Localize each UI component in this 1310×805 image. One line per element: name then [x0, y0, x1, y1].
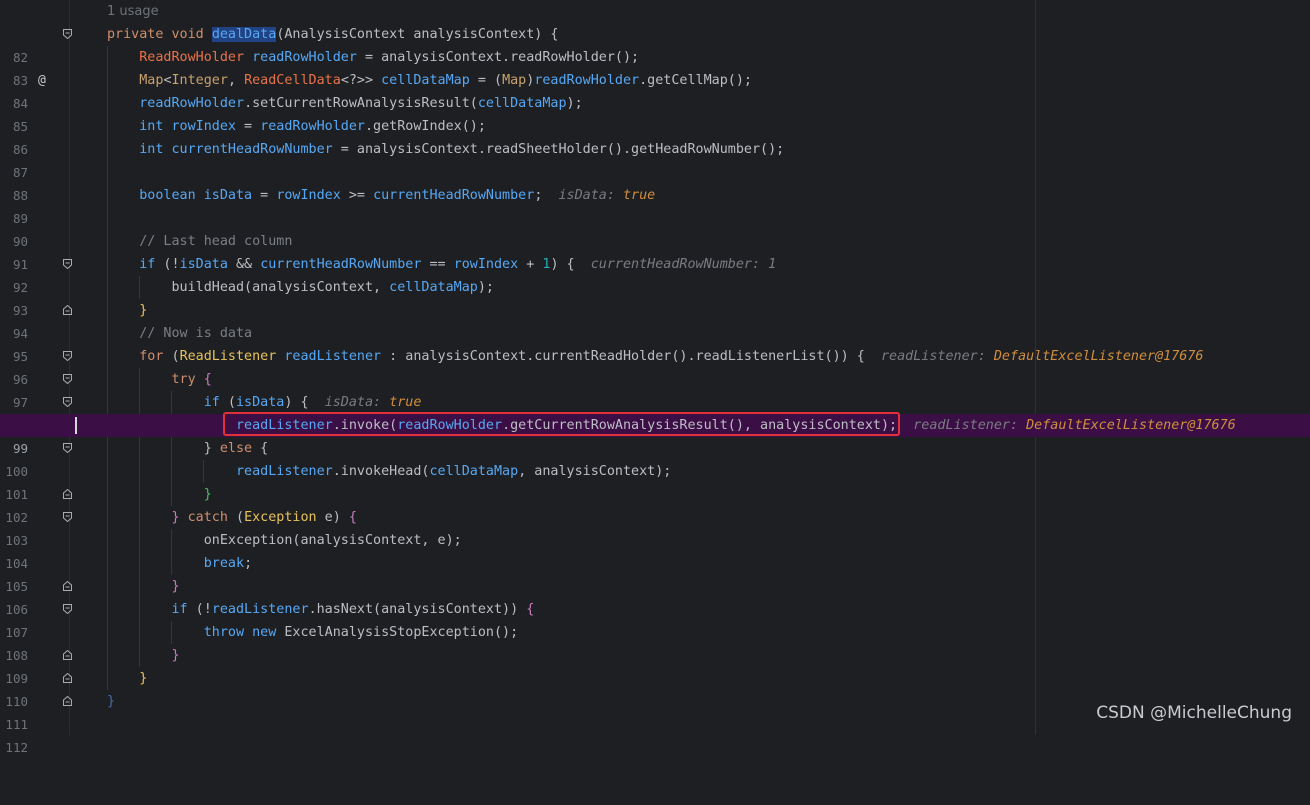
debug-inline-hint-value: DefaultExcelListener@17676 [1026, 418, 1236, 433]
code-comment[interactable]: // Now is data [107, 322, 252, 345]
code-line-89[interactable]: 89 boolean isData = rowIndex >= currentH… [0, 184, 1310, 226]
fold-marker-icon[interactable] [63, 259, 72, 269]
text-caret [75, 417, 77, 434]
code-line-93[interactable]: 93 buildHead(analysisContext, cellDataMa… [0, 276, 1310, 318]
fold-end-marker-icon[interactable] [63, 650, 72, 660]
code-line-95[interactable]: 95 // Now is data [0, 322, 1310, 364]
code-text[interactable]: } [107, 299, 147, 322]
code-text[interactable]: if (isData) { isData: true [107, 391, 422, 414]
code-line-109[interactable]: 109 } [0, 644, 1310, 686]
indent-guide [107, 207, 108, 230]
code-text[interactable]: } else { [107, 437, 269, 460]
fold-marker-icon[interactable] [63, 374, 72, 384]
code-line-86[interactable]: 86 int rowIndex = readRowHolder.getRowIn… [0, 115, 1310, 157]
code-text[interactable]: private void dealData(AnalysisContext an… [107, 23, 558, 46]
code-text[interactable]: int rowIndex = readRowHolder.getRowIndex… [107, 115, 486, 138]
debug-inline-hint-label: isData: [324, 395, 382, 410]
code-line-103[interactable]: 103 } catch (Exception e) { [0, 506, 1310, 548]
code-line-96[interactable]: 96 for (ReadListener readListener : anal… [0, 345, 1310, 387]
code-line-102[interactable]: 102 } [0, 483, 1310, 525]
code-line-82[interactable]: 82 @ private void dealData(AnalysisConte… [0, 23, 1310, 88]
debug-inline-hint-label: isData: [558, 188, 615, 203]
code-line-104[interactable]: 104 onException(analysisContext, e); [0, 529, 1310, 571]
code-text[interactable]: Map<Integer, ReadCellData<?>> cellDataMa… [107, 69, 752, 92]
fold-marker-icon[interactable] [63, 351, 72, 361]
code-text[interactable]: int currentHeadRowNumber = analysisConte… [107, 138, 784, 161]
debug-inline-hint-value: DefaultExcelListener@17676 [993, 349, 1204, 364]
fold-marker-icon[interactable] [63, 443, 72, 453]
code-text[interactable]: } [107, 667, 147, 690]
fold-marker-icon[interactable] [63, 397, 72, 407]
code-text[interactable]: onException(analysisContext, e); [107, 529, 462, 552]
fold-end-marker-icon[interactable] [63, 673, 72, 683]
code-line-106[interactable]: 106 } [0, 575, 1310, 617]
code-line-87[interactable]: 87 int currentHeadRowNumber = analysisCo… [0, 138, 1310, 180]
code-comment[interactable]: // Last head column [107, 230, 292, 253]
fold-marker-icon[interactable] [63, 29, 72, 39]
code-line-83[interactable]: 83 ReadRowHolder readRowHolder = analysi… [0, 46, 1310, 88]
code-text[interactable]: if (!readListener.hasNext(analysisContex… [107, 598, 535, 621]
debug-inline-hint-label: readListener: [913, 418, 1019, 433]
code-line-107[interactable]: 107 if (!readListener.hasNext(analysisCo… [0, 598, 1310, 640]
fold-end-marker-icon[interactable] [63, 696, 72, 706]
fold-marker-icon[interactable] [63, 604, 72, 614]
code-text[interactable]: } [107, 690, 115, 713]
indent-guide [107, 161, 108, 184]
code-text[interactable]: break; [107, 552, 252, 575]
fold-marker-icon[interactable] [63, 512, 72, 522]
fold-end-marker-icon[interactable] [63, 305, 72, 315]
highlight-annotation-box [223, 412, 900, 436]
code-line-101[interactable]: 101 readListener.invokeHead(cellDataMap,… [0, 460, 1310, 502]
debug-inline-hint-value: true [623, 188, 656, 203]
fold-end-marker-icon[interactable] [63, 489, 72, 499]
code-line-88[interactable]: 88 [0, 161, 1310, 203]
line-number: 112 [5, 740, 28, 755]
code-text[interactable]: readListener.invokeHead(cellDataMap, ana… [107, 460, 671, 483]
code-text[interactable]: throw new ExcelAnalysisStopException(); [107, 621, 518, 644]
watermark: CSDN @MichelleChung [1096, 703, 1292, 723]
debug-inline-hint: currentHeadRowNumber: 1 [590, 257, 777, 272]
code-line-110[interactable]: 110 } [0, 667, 1310, 709]
usage-hint[interactable]: 1 usage [107, 0, 159, 23]
code-text[interactable]: } catch (Exception e) { [107, 506, 357, 529]
code-text[interactable]: readRowHolder.setCurrentRowAnalysisResul… [107, 92, 582, 115]
fold-end-marker-icon[interactable] [63, 581, 72, 591]
code-line-92[interactable]: 92 if (!isData && currentHeadRowNumber =… [0, 253, 1310, 295]
code-line-84[interactable]: 84 Map<Integer, ReadCellData<?>> cellDat… [0, 69, 1310, 111]
code-text[interactable]: } [107, 575, 180, 598]
code-text[interactable]: } [107, 644, 180, 667]
debug-inline-hint-value: true [389, 395, 422, 410]
code-line-85[interactable]: 85 readRowHolder.setCurrentRowAnalysisRe… [0, 92, 1310, 134]
code-line-94[interactable]: 94 } [0, 299, 1310, 341]
code-text[interactable]: ReadRowHolder readRowHolder = analysisCo… [107, 46, 639, 69]
code-text[interactable]: buildHead(analysisContext, cellDataMap); [107, 276, 494, 299]
code-line-90[interactable]: 90 [0, 207, 1310, 249]
code-line-97[interactable]: 97 try { [0, 368, 1310, 410]
code-line-100[interactable]: 100 } else { [0, 437, 1310, 479]
debug-inline-hint-label: readListener: [880, 349, 986, 364]
code-text[interactable]: boolean isData = rowIndex >= currentHead… [107, 184, 655, 207]
code-text[interactable]: } [107, 483, 212, 506]
code-text[interactable]: try { [107, 368, 212, 391]
code-editor[interactable]: 1 usage 82 @ private void dealData(Analy… [0, 0, 1310, 755]
code-line-105[interactable]: 105 break; [0, 552, 1310, 594]
code-text[interactable]: if (!isData && currentHeadRowNumber == r… [107, 253, 776, 276]
code-line-98[interactable]: 98 if (isData) { isData: true [0, 391, 1310, 433]
code-text[interactable]: for (ReadListener readListener : analysi… [107, 345, 1203, 368]
code-line-91[interactable]: 91 // Last head column [0, 230, 1310, 272]
code-line-108[interactable]: 108 throw new ExcelAnalysisStopException… [0, 621, 1310, 663]
